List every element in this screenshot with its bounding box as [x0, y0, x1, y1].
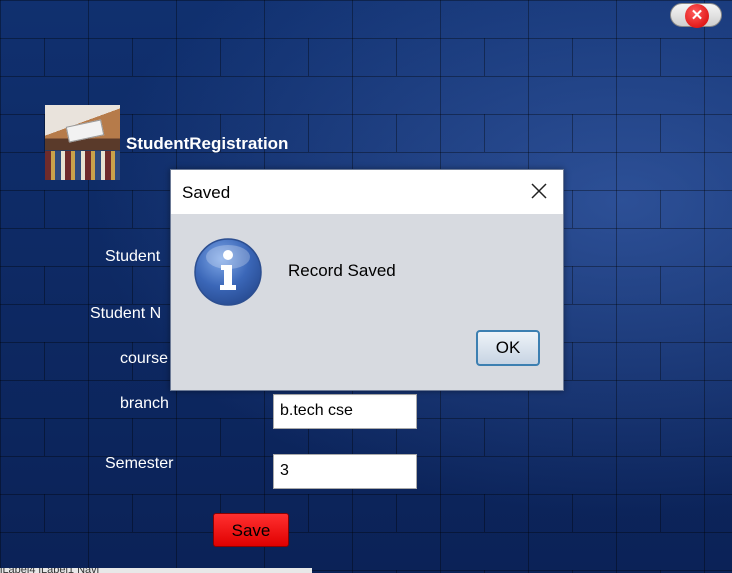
- info-icon: [194, 238, 262, 306]
- student-name-label: Student N: [90, 305, 162, 322]
- window-close-button[interactable]: ✕: [670, 3, 722, 28]
- app-title: StudentRegistration: [126, 134, 289, 153]
- dialog-message: Record Saved: [288, 261, 396, 280]
- bottom-strip: jLabel4 jLabel1 Navi: [0, 568, 312, 573]
- semester-field[interactable]: 3: [273, 454, 417, 489]
- semester-label: Semester: [105, 455, 174, 472]
- student-id-label: Student: [105, 248, 161, 265]
- dialog-titlebar: Saved: [171, 170, 563, 214]
- ok-button[interactable]: OK: [476, 330, 540, 366]
- close-icon: ✕: [685, 4, 709, 28]
- dialog-close-icon[interactable]: [527, 179, 551, 203]
- saved-dialog: Saved Record Saved OK: [170, 169, 564, 391]
- branch-field[interactable]: b.tech cse: [273, 394, 417, 429]
- save-button[interactable]: Save: [213, 513, 289, 547]
- dialog-title: Saved: [182, 183, 231, 202]
- app-logo: [45, 105, 120, 180]
- branch-label: branch: [120, 395, 169, 412]
- course-label: course: [120, 350, 169, 367]
